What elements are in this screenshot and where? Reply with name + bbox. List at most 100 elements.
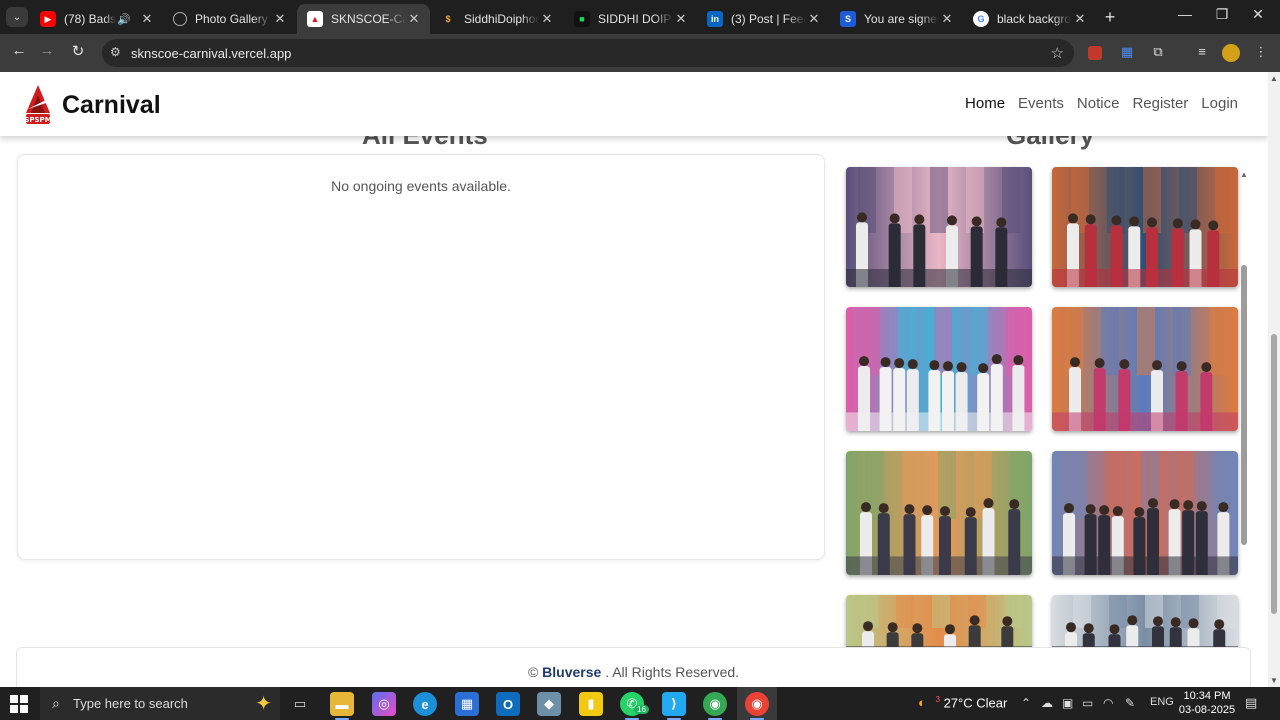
windows-start-icon[interactable] (10, 695, 28, 713)
tab-search-icon[interactable]: ⌄ (6, 7, 28, 27)
gallery-scroll-thumb[interactable] (1241, 265, 1247, 545)
new-tab-button[interactable]: + (1100, 7, 1120, 28)
tab-google-search[interactable]: G black backgroun ✕ (963, 4, 1096, 34)
bookmark-star-icon[interactable]: ☆ (1051, 44, 1064, 62)
nav-notice-link[interactable]: Notice (1077, 95, 1120, 112)
browser-tab-strip: ⌄ ▶ (78) Badshah 🔊 ✕ Photo Gallery & ✕ ▲… (0, 0, 1280, 34)
close-tab-icon[interactable]: ✕ (272, 11, 288, 27)
google-icon: G (973, 11, 989, 27)
nav-register-link[interactable]: Register (1132, 95, 1188, 112)
web-page: SPSPM Carnival Home Events Notice Regist… (0, 72, 1268, 687)
close-tab-icon[interactable]: ✕ (806, 11, 822, 27)
close-tab-icon[interactable]: ✕ (406, 11, 422, 27)
reload-button[interactable]: ↻ (67, 42, 89, 60)
chrome-active-icon[interactable]: ◉ (745, 692, 769, 716)
scroll-up-arrow-icon[interactable]: ▲ (1270, 74, 1278, 83)
tab-linkedin[interactable]: in (3) Post | Feed | ✕ (697, 4, 830, 34)
language-indicator[interactable]: ENG (1150, 696, 1174, 708)
extension-red-icon[interactable] (1088, 46, 1102, 60)
s-icon: S (840, 11, 856, 27)
tab-hackerrank[interactable]: $ SiddhiDoiphode ✕ (430, 4, 563, 34)
site-brand[interactable]: Carnival (62, 91, 161, 120)
onedrive-icon[interactable]: ☁ (1041, 696, 1053, 710)
vscode-icon[interactable]: ⟩ (662, 692, 686, 716)
gallery-photo-performer[interactable] (846, 595, 1032, 655)
linkedin-icon: in (707, 11, 723, 27)
tab-signed-in[interactable]: S You are signed i ✕ (830, 4, 963, 34)
taskbar-clock[interactable]: 10:34 PM 03-08-2025 (1178, 689, 1236, 717)
nav-events-link[interactable]: Events (1018, 95, 1064, 112)
windows-taskbar: ⌕ Type here to search ✦ ▭ ▬ ◎ e ▦ O ◆ ▮ … (0, 687, 1280, 720)
device-icon[interactable]: ▣ (1062, 696, 1073, 710)
no-events-message: No ongoing events available. (331, 178, 511, 194)
back-button[interactable]: ← (8, 42, 30, 59)
close-tab-icon[interactable]: ✕ (1072, 11, 1088, 27)
power-bi-icon[interactable]: ▮ (579, 692, 603, 716)
calculator-extension-icon[interactable]: ▦ (1118, 44, 1136, 62)
scroll-up-arrow-icon[interactable]: ▲ (1240, 170, 1248, 179)
speaker-icon[interactable]: 🔊 (117, 13, 131, 26)
media-control-icon[interactable]: ≡ (1193, 44, 1211, 62)
url-text[interactable]: sknscoe-carnival.vercel.app (131, 46, 291, 61)
maximize-window-button[interactable]: ❐ (1207, 6, 1237, 23)
gallery-photo-skit[interactable] (846, 307, 1032, 431)
carnival-logo-icon: ▲ (307, 11, 323, 27)
nav-home-link[interactable]: Home (965, 95, 1005, 112)
notification-center-icon[interactable]: ▤ (1245, 695, 1257, 711)
close-tab-icon[interactable]: ✕ (939, 11, 955, 27)
profile-avatar[interactable] (1222, 44, 1240, 62)
weather-widget[interactable]: ◐ 3 27°C Clear (918, 695, 1007, 710)
minimize-window-button[interactable]: — (1170, 6, 1200, 22)
extensions-puzzle-icon[interactable]: ⧉ (1149, 44, 1167, 62)
wifi-icon[interactable]: ◠ (1103, 696, 1113, 710)
spspm-logo[interactable]: SPSPM (24, 83, 52, 125)
scroll-down-arrow-icon[interactable]: ▼ (1270, 676, 1278, 685)
outlook-icon[interactable]: O (496, 692, 520, 716)
tab-youtube[interactable]: ▶ (78) Badshah 🔊 ✕ (30, 4, 163, 34)
gallery-photo-group-stage[interactable] (1052, 451, 1238, 575)
tray-overflow-chevron-icon[interactable]: ⌃ (1021, 696, 1031, 710)
close-tab-icon[interactable]: ✕ (139, 11, 155, 27)
task-view-icon[interactable]: ▭ (288, 692, 312, 716)
close-tab-icon[interactable]: ✕ (539, 11, 555, 27)
microsoft-store-icon[interactable]: ▦ (455, 692, 479, 716)
close-window-button[interactable]: ✕ (1243, 6, 1273, 23)
taskbar-search-box[interactable]: ⌕ Type here to search ✦ (40, 687, 280, 720)
tab-photo-gallery[interactable]: Photo Gallery & ✕ (163, 4, 296, 34)
site-footer: © Bluverse . All Rights Reserved. (16, 647, 1251, 687)
gallery-photo-dance-pair[interactable] (1052, 307, 1238, 431)
browser-toolbar: ← → ↻ ⚙ sknscoe-carnival.vercel.app ☆ ▦ … (0, 34, 1280, 72)
gallery-photo-group-winners[interactable] (846, 451, 1032, 575)
close-tab-icon[interactable]: ✕ (673, 11, 689, 27)
search-icon: ⌕ (52, 695, 60, 711)
gallery-photo-solo-dancer[interactable] (1052, 167, 1238, 287)
address-bar[interactable]: ⚙ sknscoe-carnival.vercel.app ☆ (102, 39, 1074, 67)
tab-unstop[interactable]: ■ SIDDHI DOIPHO ✕ (564, 4, 697, 34)
battery-icon[interactable]: ▭ (1082, 696, 1093, 710)
forward-button[interactable]: → (36, 42, 58, 59)
tab-sknscoe-carnival[interactable]: ▲ SKNSCOE-Carni ✕ (297, 4, 430, 34)
unstop-icon: ■ (574, 11, 590, 27)
gallery-scrollbar[interactable]: ▲ (1238, 170, 1250, 650)
app-icon[interactable]: ◆ (537, 692, 561, 716)
gallery-photo-dance-group[interactable] (846, 167, 1032, 287)
file-explorer-icon[interactable]: ▬ (330, 692, 354, 716)
page-scroll-thumb[interactable] (1271, 334, 1277, 614)
edge-icon[interactable]: e (413, 692, 437, 716)
browser-menu-icon[interactable]: ⋮ (1252, 44, 1270, 62)
pen-icon[interactable]: ✎ (1125, 696, 1135, 710)
globe-icon (173, 12, 187, 26)
taskbar-search-placeholder: Type here to search (73, 696, 188, 711)
copilot-sparkle-icon[interactable]: ✦ (255, 691, 272, 716)
nav-login-link[interactable]: Login (1201, 95, 1238, 112)
site-info-icon[interactable]: ⚙ (110, 45, 121, 59)
main-nav: Home Events Notice Register Login (952, 95, 1238, 112)
page-scrollbar[interactable]: ▲ ▼ (1268, 72, 1280, 687)
gallery-photo-audience[interactable] (1052, 595, 1238, 655)
footer-brand-link[interactable]: Bluverse (542, 664, 601, 680)
svg-text:SPSPM: SPSPM (24, 116, 51, 124)
copilot-icon[interactable]: ◎ (372, 692, 396, 716)
chrome-icon[interactable]: ◉ (703, 692, 727, 716)
whatsapp-badge: 16 (634, 705, 649, 714)
weather-moon-icon: ◐ (918, 695, 926, 711)
